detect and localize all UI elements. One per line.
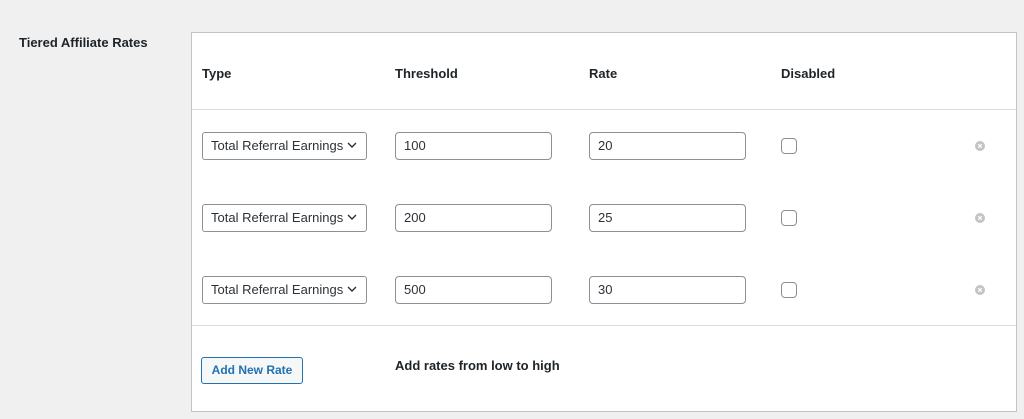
disabled-checkbox[interactable] [781,282,797,298]
rate-input[interactable]: 25 [589,204,746,232]
threshold-input[interactable]: 500 [395,276,552,304]
type-select-value: Total Referral Earnings [211,210,344,225]
remove-circle-icon[interactable] [975,141,985,151]
table-row: Total Referral Earnings 200 25 [192,204,1016,232]
chevron-down-icon [347,214,357,220]
footer-divider [192,325,1016,326]
add-rates-hint: Add rates from low to high [395,358,560,373]
rate-input[interactable]: 20 [589,132,746,160]
chevron-down-icon [347,142,357,148]
rate-input[interactable]: 30 [589,276,746,304]
type-select-value: Total Referral Earnings [211,138,344,153]
table-row: Total Referral Earnings 100 20 [192,132,1016,160]
threshold-input[interactable]: 100 [395,132,552,160]
disabled-checkbox[interactable] [781,138,797,154]
header-divider [192,109,1016,110]
disabled-checkbox[interactable] [781,210,797,226]
column-header-threshold: Threshold [395,66,458,81]
remove-circle-icon[interactable] [975,213,985,223]
column-header-disabled: Disabled [781,66,836,81]
column-header-type: Type [202,66,232,81]
tiered-rates-panel: Type Threshold Rate Disabled Total Refer… [191,32,1017,412]
type-select-value: Total Referral Earnings [211,282,344,297]
chevron-down-icon [347,286,357,292]
add-new-rate-button[interactable]: Add New Rate [201,357,303,384]
table-row: Total Referral Earnings 500 30 [192,276,1016,304]
type-select[interactable]: Total Referral Earnings [202,276,367,304]
type-select[interactable]: Total Referral Earnings [202,132,367,160]
type-select[interactable]: Total Referral Earnings [202,204,367,232]
column-header-rate: Rate [589,66,618,81]
threshold-input[interactable]: 200 [395,204,552,232]
section-label: Tiered Affiliate Rates [19,35,148,50]
remove-circle-icon[interactable] [975,285,985,295]
